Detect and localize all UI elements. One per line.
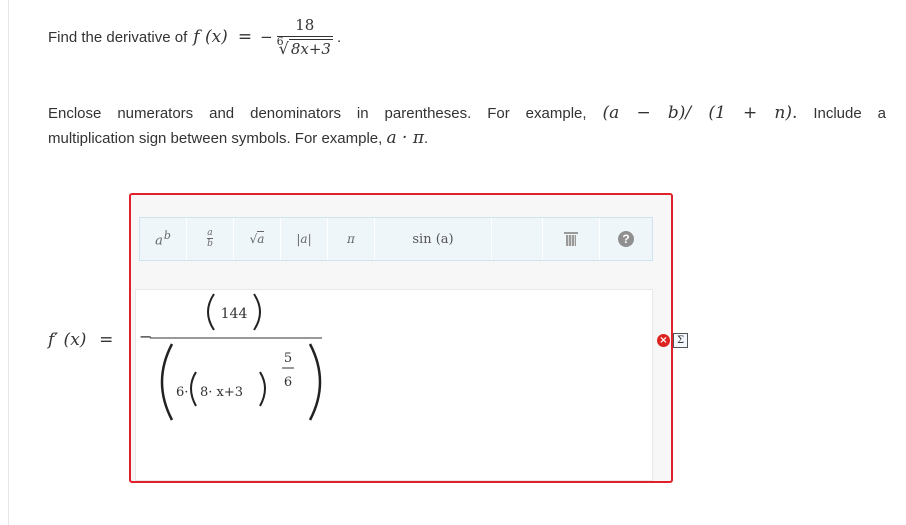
radicand: 8x+3 [288,39,333,58]
radical-icon: √ [278,39,289,58]
clear-button[interactable] [543,218,600,260]
answer-input[interactable]: − 144 6· 8· x+3 5 6 [135,289,653,481]
trash-icon [564,232,578,246]
instructions-part-1: Enclose numerators and denominators in p… [48,105,587,122]
sqrt-icon: √a [249,231,265,246]
page: Find the derivative of f (x) = − 18 6 √ … [0,0,906,525]
toolbar-spacer [492,218,543,260]
answer-equals: = [99,330,114,350]
left-divider [8,0,9,525]
instructions-example-2: a · π [386,128,425,148]
answer-expression: − 144 6· 8· x+3 5 6 [139,293,322,421]
question-end: . [336,28,342,46]
instructions-line-2: multiplication sign between symbols. For… [48,126,886,151]
error-icon: × [657,334,670,347]
expr-inner: 8· x+3 [200,385,243,400]
answer-status: × Σ [657,333,688,348]
question-text: Find the derivative of f (x) = − 18 6 √ … [48,12,341,62]
instructions-example-1: (a − b)/ (1 + n). [602,103,798,123]
outer-paren-left [160,343,174,421]
abs-button[interactable]: |a| [281,218,328,260]
instructions-line-1: Enclose numerators and denominators in p… [48,101,886,126]
inner-paren-left [190,371,197,407]
expr-coefficient: 6· [176,385,188,400]
pi-icon: π [347,232,355,246]
instructions-part-2: Include a [813,105,886,122]
sin-label: sin (a) [412,231,454,247]
question-fraction: 18 6 √ 8x+3 [276,16,333,58]
pi-button[interactable]: π [328,218,375,260]
sigma-icon[interactable]: Σ [673,333,688,348]
math-editor: ab ab √a |a| π sin (a) ? − 144 6· 8· x+3… [129,193,673,483]
question-minus: − [260,28,273,46]
fraction-button[interactable]: ab [187,218,234,260]
power-icon: ab [155,229,171,249]
sin-button[interactable]: sin (a) [375,218,492,260]
numerator-paren-left [207,293,215,331]
question-numerator: 18 [295,16,315,34]
outer-paren-right [308,343,322,421]
editor-toolbar: ab ab √a |a| π sin (a) ? [139,217,653,261]
expr-exponent-numerator: 5 [284,351,292,366]
expr-minus: − [139,327,152,346]
instructions-end: . [424,130,429,147]
answer-label: f′ (x) = [48,330,113,350]
instructions-part-3: multiplication sign between symbols. For… [48,130,383,147]
question-prefix: Find the derivative of [48,28,188,46]
question-denominator: 6 √ 8x+3 [277,35,333,58]
instructions: Enclose numerators and denominators in p… [48,101,886,151]
answer-function: f′ (x) [48,330,87,350]
inner-paren-right [259,371,266,407]
power-button[interactable]: ab [140,218,187,260]
abs-icon: |a| [296,232,312,246]
question-equals: = [237,27,253,47]
expr-exponent-denominator: 6 [284,375,292,390]
help-button[interactable]: ? [600,218,652,260]
sqrt-button[interactable]: √a [234,218,281,260]
question-function: f (x) [193,27,228,47]
expr-numerator: 144 [221,306,248,322]
numerator-paren-right [253,293,261,331]
help-icon: ? [618,231,634,247]
fraction-icon: ab [207,228,213,249]
